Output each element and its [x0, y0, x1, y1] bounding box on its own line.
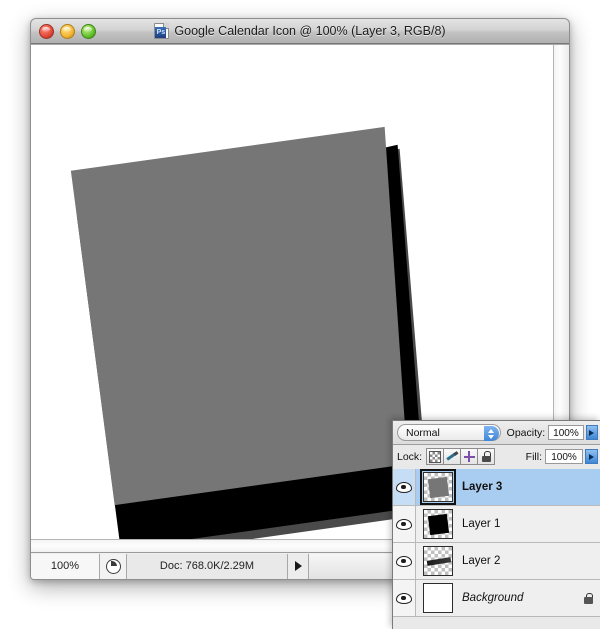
blend-opacity-row: Normal Opacity: 100%: [397, 424, 599, 441]
fill-slider-arrow-icon[interactable]: [585, 449, 598, 464]
layer-row-layer-2[interactable]: Layer 2: [393, 543, 600, 580]
layer-thumbnail-cell[interactable]: [416, 509, 460, 539]
layer-thumbnail-cell[interactable]: [416, 469, 460, 505]
layers-panel: Normal Opacity: 100% Lock: Fill: 100% La…: [392, 420, 600, 629]
ps-badge-label: Ps: [155, 27, 167, 38]
blend-mode-value: Normal: [406, 426, 440, 439]
minimize-button[interactable]: [60, 24, 75, 39]
layer-list: Layer 3 Layer 1 Layer 2 Background: [393, 469, 600, 617]
gray-square-layer-3: [70, 126, 408, 506]
lock-position-icon[interactable]: [461, 449, 479, 464]
layer-thumbnail-cell[interactable]: [416, 546, 460, 576]
window-titlebar[interactable]: Ps Google Calendar Icon @ 100% (Layer 3,…: [31, 19, 569, 44]
layer-name-label: Background: [462, 592, 524, 604]
visibility-toggle[interactable]: [393, 469, 416, 505]
layer-name-label: Layer 1: [462, 518, 501, 530]
fill-label: Fill:: [525, 450, 542, 463]
zoom-level-field[interactable]: 100%: [31, 553, 100, 579]
layer-thumbnail-cell[interactable]: [416, 583, 460, 613]
document-sizes-icon[interactable]: [100, 553, 127, 579]
blend-mode-select[interactable]: Normal: [397, 424, 501, 441]
white-fill-thumbnail: [423, 583, 453, 613]
layer-name-label: Layer 2: [462, 555, 501, 567]
fill-group: Fill: 100%: [520, 449, 598, 464]
window-title: Google Calendar Icon @ 100% (Layer 3, RG…: [174, 24, 446, 38]
lock-label: Lock:: [397, 450, 423, 463]
layer-name-label: Layer 3: [462, 481, 503, 493]
lock-image-pixels-icon[interactable]: [444, 449, 462, 464]
window-controls: [39, 24, 96, 39]
layer-row-layer-3[interactable]: Layer 3: [393, 469, 600, 506]
lock-button-group: [426, 448, 496, 465]
layer-row-layer-1[interactable]: Layer 1: [393, 506, 600, 543]
opacity-slider-arrow-icon[interactable]: [585, 425, 599, 440]
status-menu-arrow-icon[interactable]: [288, 553, 309, 579]
background-lock-icon: [576, 592, 600, 604]
opacity-input[interactable]: 100%: [548, 425, 584, 440]
lock-all-icon[interactable]: [478, 449, 495, 464]
doc-info-label: Doc: 768.0K/2.29M: [127, 553, 288, 579]
lock-row: Lock: Fill: 100%: [393, 445, 600, 469]
up-down-stepper-icon[interactable]: [483, 426, 499, 441]
visibility-toggle[interactable]: [393, 543, 416, 579]
screen-root: Ps Google Calendar Icon @ 100% (Layer 3,…: [0, 0, 600, 629]
dark-diagonal-stroke-thumbnail: [423, 546, 453, 576]
title-center-group: Ps Google Calendar Icon @ 100% (Layer 3,…: [31, 23, 569, 39]
fill-input[interactable]: 100%: [545, 449, 583, 464]
photoshop-document-icon: Ps: [154, 23, 170, 39]
opacity-label: Opacity:: [506, 426, 546, 439]
lock-transparency-icon[interactable]: [427, 449, 445, 464]
layers-panel-options: Normal Opacity: 100%: [393, 421, 600, 445]
close-button[interactable]: [39, 24, 54, 39]
zoom-button[interactable]: [81, 24, 96, 39]
black-rotated-square-thumbnail: [423, 509, 453, 539]
visibility-toggle[interactable]: [393, 580, 416, 616]
visibility-toggle[interactable]: [393, 506, 416, 542]
layer-row-background[interactable]: Background: [393, 580, 600, 617]
gray-rotated-square-thumbnail: [420, 469, 456, 505]
